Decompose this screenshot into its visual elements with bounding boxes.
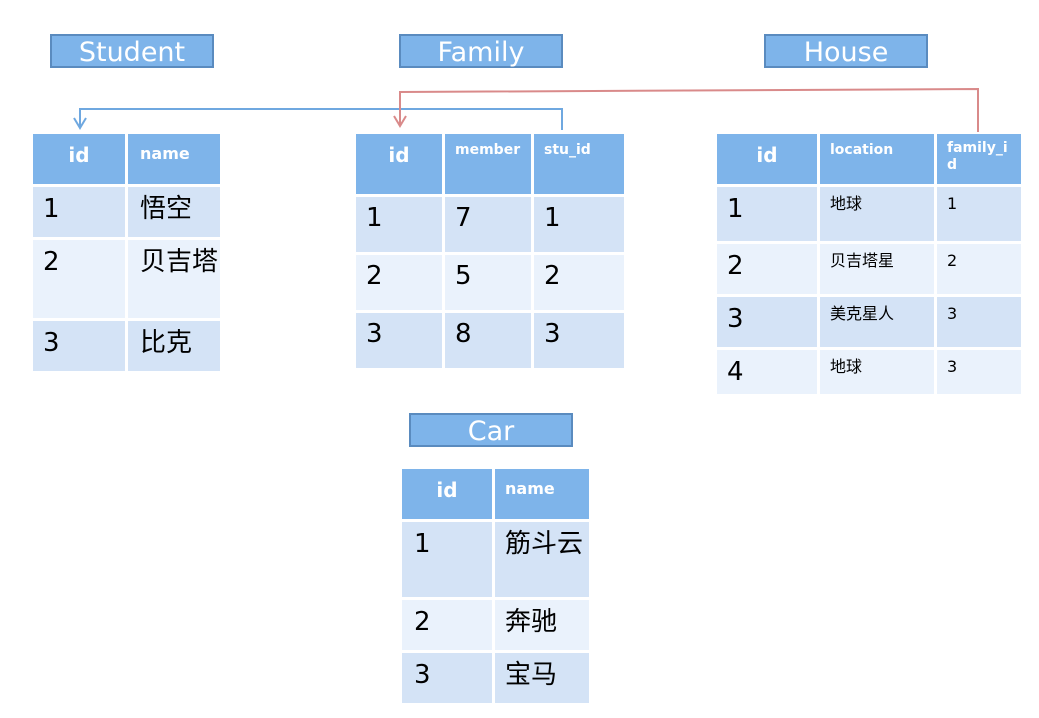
car-table: id name 1 筋斗云 2 奔驰 3 宝马 xyxy=(399,466,592,706)
family-cell-id: 3 xyxy=(356,313,442,368)
car-title: Car xyxy=(409,413,573,447)
car-cell-id: 1 xyxy=(402,522,492,597)
house-cell-id: 1 xyxy=(717,187,817,241)
student-header-name: name xyxy=(128,134,220,184)
table-row: 3 8 3 xyxy=(356,313,624,368)
house-cell-id: 4 xyxy=(717,350,817,394)
student-header-id: id xyxy=(33,134,125,184)
family-header-stu-id: stu_id xyxy=(534,134,624,194)
house-cell-location: 贝吉塔星 xyxy=(820,244,934,294)
table-row: 3 美克星人 3 xyxy=(717,297,1021,347)
family-cell-member: 8 xyxy=(445,313,531,368)
house-cell-location: 地球 xyxy=(820,350,934,394)
house-title: House xyxy=(764,34,928,68)
student-title: Student xyxy=(50,34,214,68)
family-table: id member stu_id 1 7 1 2 5 2 3 8 3 xyxy=(353,131,627,371)
house-header-id: id xyxy=(717,134,817,184)
house-cell-id: 2 xyxy=(717,244,817,294)
student-cell-id: 3 xyxy=(33,321,125,371)
house-cell-family-id: 1 xyxy=(937,187,1021,241)
table-row: 2 5 2 xyxy=(356,255,624,310)
student-cell-name: 贝吉塔 xyxy=(128,240,220,318)
house-header-location: location xyxy=(820,134,934,184)
student-table: id name 1 悟空 2 贝吉塔 3 比克 xyxy=(30,131,223,374)
family-cell-member: 7 xyxy=(445,197,531,252)
house-header-family-id: family_id xyxy=(937,134,1021,184)
table-row: 2 奔驰 xyxy=(402,600,589,650)
family-cell-stu-id: 1 xyxy=(534,197,624,252)
table-row: 1 7 1 xyxy=(356,197,624,252)
car-header-name: name xyxy=(495,469,589,519)
car-cell-id: 2 xyxy=(402,600,492,650)
family-cell-id: 2 xyxy=(356,255,442,310)
house-family-id-to-family-id-line xyxy=(399,87,979,132)
car-cell-id: 3 xyxy=(402,653,492,703)
table-row: 2 贝吉塔星 2 xyxy=(717,244,1021,294)
car-cell-name: 奔驰 xyxy=(495,600,589,650)
table-row: 4 地球 3 xyxy=(717,350,1021,394)
house-cell-id: 3 xyxy=(717,297,817,347)
table-row: 1 悟空 xyxy=(33,187,220,237)
car-cell-name: 筋斗云 xyxy=(495,522,589,597)
table-row: 1 筋斗云 xyxy=(402,522,589,597)
car-cell-name: 宝马 xyxy=(495,653,589,703)
house-cell-location: 美克星人 xyxy=(820,297,934,347)
table-row: 3 比克 xyxy=(33,321,220,371)
family-header-member: member xyxy=(445,134,531,194)
house-table: id location family_id 1 地球 1 2 贝吉塔星 2 3 … xyxy=(714,131,1024,397)
family-stu-id-to-student-id-line xyxy=(79,108,563,130)
student-cell-name: 比克 xyxy=(128,321,220,371)
family-cell-member: 5 xyxy=(445,255,531,310)
family-cell-stu-id: 2 xyxy=(534,255,624,310)
table-row: 2 贝吉塔 xyxy=(33,240,220,318)
table-row: 1 地球 1 xyxy=(717,187,1021,241)
house-cell-family-id: 3 xyxy=(937,297,1021,347)
family-cell-id: 1 xyxy=(356,197,442,252)
student-cell-name: 悟空 xyxy=(128,187,220,237)
student-cell-id: 1 xyxy=(33,187,125,237)
student-cell-id: 2 xyxy=(33,240,125,318)
house-cell-family-id: 3 xyxy=(937,350,1021,394)
family-title: Family xyxy=(399,34,563,68)
table-row: 3 宝马 xyxy=(402,653,589,703)
family-cell-stu-id: 3 xyxy=(534,313,624,368)
house-cell-location: 地球 xyxy=(820,187,934,241)
car-header-id: id xyxy=(402,469,492,519)
house-cell-family-id: 2 xyxy=(937,244,1021,294)
family-header-id: id xyxy=(356,134,442,194)
